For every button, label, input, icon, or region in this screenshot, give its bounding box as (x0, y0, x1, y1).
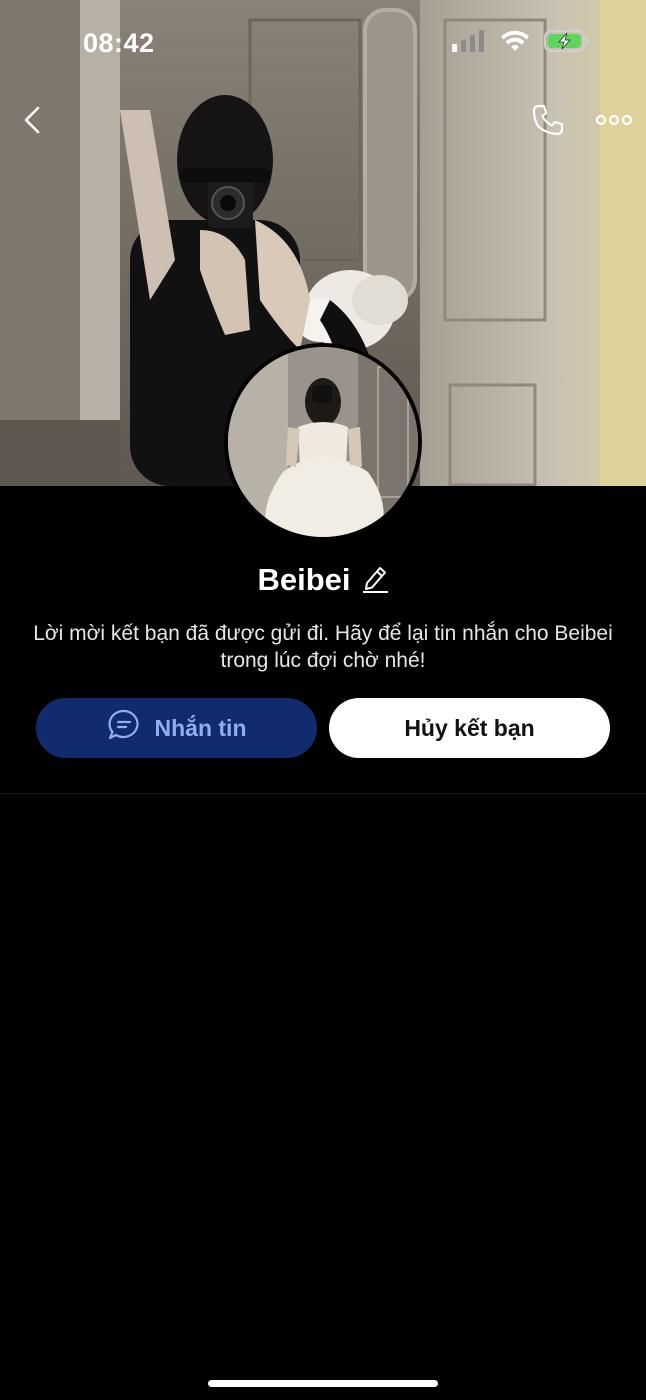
status-bar: 08:42 (0, 0, 646, 90)
section-divider (0, 793, 646, 794)
chevron-left-icon (22, 105, 42, 140)
edit-name-button[interactable] (361, 563, 389, 598)
status-time: 08:42 (83, 28, 155, 58)
profile-name-row: Beibei (0, 558, 646, 602)
profile-avatar[interactable] (224, 343, 422, 541)
status-icons (452, 30, 590, 57)
profile-name: Beibei (257, 562, 351, 597)
more-options-button[interactable] (592, 106, 636, 138)
back-button[interactable] (14, 102, 50, 142)
unfriend-button[interactable]: Hủy kết bạn (329, 698, 610, 758)
unfriend-button-label: Hủy kết bạn (404, 714, 535, 741)
chat-bubble-icon (107, 709, 141, 747)
message-button[interactable]: Nhắn tin (36, 698, 317, 758)
pencil-icon (361, 563, 389, 598)
friend-request-notice: Lời mời kết bạn đã được gửi đi. Hãy để l… (33, 622, 613, 672)
profile-actions: Nhắn tin Hủy kết bạn (36, 698, 610, 758)
cellular-signal-icon (452, 30, 486, 57)
home-indicator[interactable] (208, 1380, 438, 1387)
phone-icon (531, 103, 565, 142)
call-button[interactable] (528, 102, 568, 142)
wifi-icon (500, 30, 530, 57)
message-button-label: Nhắn tin (154, 714, 247, 741)
more-horizontal-icon (595, 113, 633, 131)
battery-charging-icon (544, 30, 590, 57)
